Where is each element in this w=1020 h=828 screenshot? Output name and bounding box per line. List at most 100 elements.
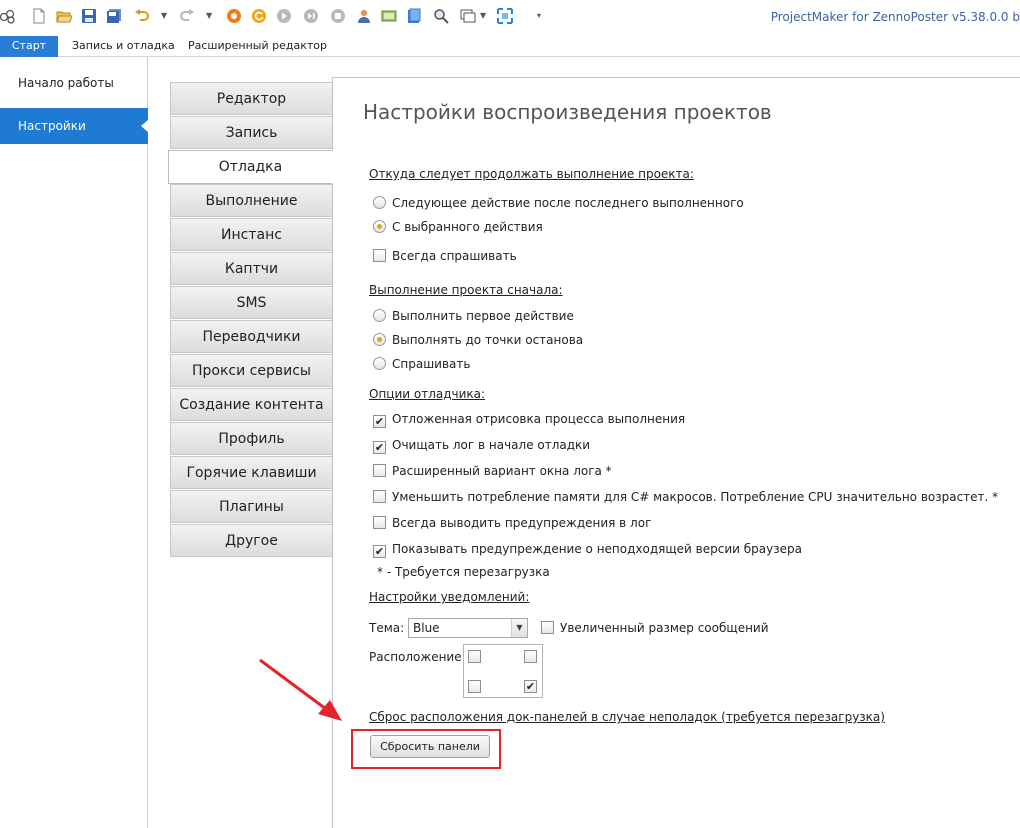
option-label: Спрашивать: [392, 357, 471, 371]
checkbox-reduce-memory[interactable]: Уменьшить потребление памяти для C# макр…: [373, 489, 998, 505]
radio-ask[interactable]: Спрашивать: [373, 356, 470, 372]
restart-note: * - Требуется перезагрузка: [377, 565, 550, 579]
option-label: Показывать предупреждение о неподходящей…: [392, 542, 802, 556]
app-window: ▼ ▼ ▼ ▾ ProjectMaker for ZennoPoster v5.…: [0, 0, 1020, 828]
theme-value: Blue: [413, 621, 440, 635]
position-top-left-checkbox[interactable]: [468, 650, 481, 663]
app-title: ProjectMaker for ZennoPoster v5.38.0.0 b: [770, 10, 1020, 24]
redo-icon[interactable]: [179, 8, 195, 24]
save-all-icon[interactable]: [106, 8, 122, 24]
window-dropdown-icon[interactable]: ▼: [480, 12, 488, 20]
theme-select[interactable]: Blue ▼: [408, 618, 528, 638]
checkbox-deferred-render[interactable]: ✔ Отложенная отрисовка процесса выполнени…: [373, 411, 686, 428]
checkbox-big-messages[interactable]: Увеличенный размер сообщений: [541, 621, 769, 635]
stop-icon[interactable]: [330, 8, 346, 24]
record-icon[interactable]: [226, 8, 242, 24]
section-start-heading: Выполнение проекта сначала:: [369, 283, 563, 297]
book-icon[interactable]: [406, 8, 422, 24]
refresh-icon[interactable]: [251, 8, 267, 24]
settings-categories: Редактор Запись Отладка Выполнение Инста…: [148, 57, 333, 828]
chevron-down-icon[interactable]: ▼: [511, 619, 527, 637]
tab-execution[interactable]: Выполнение: [170, 184, 332, 217]
tab-plugins[interactable]: Плагины: [170, 490, 332, 523]
checkbox-extended-log[interactable]: Расширенный вариант окна лога *: [373, 463, 612, 479]
checkbox-icon[interactable]: [373, 464, 386, 477]
tab-advanced-editor[interactable]: Расширенный редактор: [176, 36, 339, 57]
tab-proxy-services[interactable]: Прокси сервисы: [170, 354, 332, 387]
window-icon[interactable]: [460, 8, 476, 24]
checkbox-checked-icon[interactable]: ✔: [373, 441, 386, 454]
tab-profile[interactable]: Профиль: [170, 422, 332, 455]
position-bottom-left-checkbox[interactable]: [468, 680, 481, 693]
option-label: Выполнять до точки останова: [392, 333, 584, 347]
left-navigation: Начало работы Настройки: [0, 57, 149, 828]
radio-icon[interactable]: [373, 357, 386, 370]
checkbox-icon[interactable]: [541, 621, 554, 634]
position-grid: ✔: [463, 644, 543, 698]
nav-item-label: Настройки: [18, 119, 86, 133]
step-icon[interactable]: [303, 8, 319, 24]
radio-first-action[interactable]: Выполнить первое действие: [373, 308, 574, 324]
radio-icon[interactable]: [373, 309, 386, 322]
checkbox-icon[interactable]: [373, 490, 386, 503]
play-icon[interactable]: [276, 8, 292, 24]
new-file-icon[interactable]: [31, 8, 47, 24]
overflow-icon[interactable]: ▾: [537, 12, 545, 20]
option-label: Отложенная отрисовка процесса выполнения: [392, 412, 686, 426]
checkbox-browser-warning[interactable]: ✔ Показывать предупреждение о неподходяще…: [373, 541, 802, 558]
logo-icon[interactable]: [0, 8, 16, 24]
user-icon[interactable]: [356, 8, 372, 24]
radio-selected-icon[interactable]: [373, 333, 386, 346]
search-icon[interactable]: [433, 8, 449, 24]
highlight-box: [351, 729, 501, 769]
tab-captcha[interactable]: Каптчи: [170, 252, 332, 285]
checkbox-warnings-log[interactable]: Всегда выводить предупреждения в лог: [373, 515, 651, 531]
screen-icon[interactable]: [381, 8, 397, 24]
tab-translators[interactable]: Переводчики: [170, 320, 332, 353]
tab-record[interactable]: Запись: [170, 116, 332, 149]
position-top-right-checkbox[interactable]: [524, 650, 537, 663]
fullscreen-icon[interactable]: [497, 8, 513, 24]
checkbox-always-ask[interactable]: Всегда спрашивать: [373, 248, 517, 264]
nav-item-settings[interactable]: Настройки: [0, 108, 149, 144]
tab-instance[interactable]: Инстанс: [170, 218, 332, 251]
tab-other[interactable]: Другое: [170, 524, 332, 557]
section-debugger-heading: Опции отладчика:: [369, 387, 486, 401]
nav-item-getting-started[interactable]: Начало работы: [0, 65, 148, 101]
radio-next-action[interactable]: Следующее действие после последнего выпо…: [373, 195, 744, 211]
tab-debug[interactable]: Отладка: [168, 150, 333, 184]
checkbox-icon[interactable]: [373, 249, 386, 262]
radio-selected-icon[interactable]: [373, 220, 386, 233]
checkbox-checked-icon[interactable]: ✔: [373, 545, 386, 558]
nav-item-label: Начало работы: [18, 76, 114, 90]
theme-label: Тема:: [369, 621, 405, 635]
page-title: Настройки воспроизведения проектов: [363, 100, 772, 124]
radio-selected-action[interactable]: С выбранного действия: [373, 219, 543, 235]
tab-content-creation[interactable]: Создание контента: [170, 388, 332, 421]
option-label: Всегда выводить предупреждения в лог: [392, 516, 652, 530]
tab-start[interactable]: Старт: [0, 36, 58, 57]
option-label: Увеличенный размер сообщений: [560, 621, 769, 635]
tab-editor[interactable]: Редактор: [170, 82, 332, 115]
option-label: Расширенный вариант окна лога *: [392, 464, 612, 478]
tab-sms[interactable]: SMS: [170, 286, 332, 319]
option-label: С выбранного действия: [392, 220, 543, 234]
redo-dropdown-icon[interactable]: ▼: [206, 12, 214, 20]
tab-record-debug[interactable]: Запись и отладка: [60, 36, 187, 57]
quick-access-toolbar: ▼ ▼ ▼ ▾ ProjectMaker for ZennoPoster v5.…: [0, 0, 1020, 34]
radio-until-breakpoint[interactable]: Выполнять до точки останова: [373, 332, 583, 348]
checkbox-clear-log[interactable]: ✔ Очищать лог в начале отладки: [373, 437, 591, 454]
section-continue-heading: Откуда следует продолжать выполнение про…: [369, 167, 694, 181]
section-notify-heading: Настройки уведомлений:: [369, 590, 530, 604]
tab-hotkeys[interactable]: Горячие клавиши: [170, 456, 332, 489]
save-icon[interactable]: [81, 8, 97, 24]
checkbox-checked-icon[interactable]: ✔: [373, 415, 386, 428]
undo-icon[interactable]: [134, 8, 150, 24]
undo-dropdown-icon[interactable]: ▼: [161, 12, 169, 20]
open-folder-icon[interactable]: [56, 8, 72, 24]
position-bottom-right-checkbox[interactable]: ✔: [524, 680, 537, 693]
ribbon-tabs: Старт Запись и отладка Расширенный редак…: [0, 34, 1020, 57]
checkbox-icon[interactable]: [373, 516, 386, 529]
option-label: Очищать лог в начале отладки: [392, 438, 591, 452]
radio-icon[interactable]: [373, 196, 386, 209]
